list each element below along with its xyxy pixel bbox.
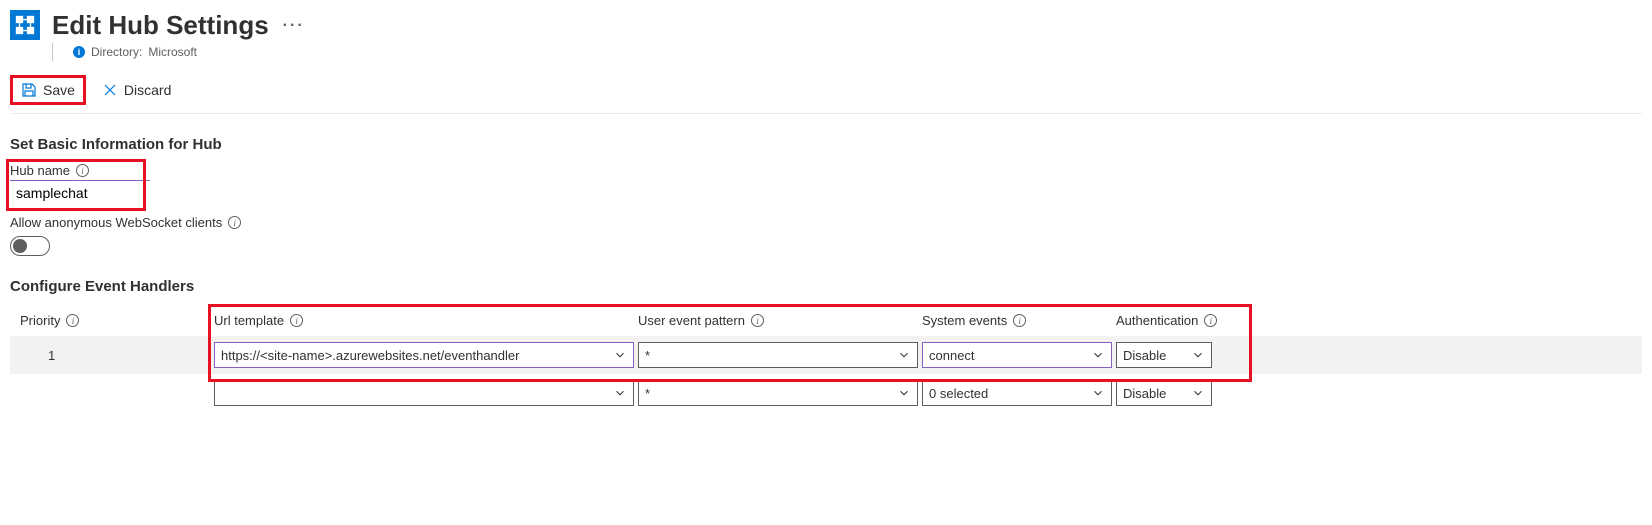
col-system-events: System events [922,313,1007,328]
page-title: Edit Hub Settings [52,10,269,41]
system-events-select[interactable]: 0 selected [922,380,1112,406]
save-button[interactable]: Save [10,75,86,105]
handlers-section-title: Configure Event Handlers [10,278,1642,295]
info-icon[interactable]: i [228,216,241,229]
info-icon[interactable]: i [751,314,764,327]
discard-button[interactable]: Discard [94,78,179,102]
info-icon[interactable]: i [1204,314,1217,327]
info-icon: i [73,46,85,58]
basic-section-title: Set Basic Information for Hub [10,136,1642,153]
close-icon [102,82,118,98]
col-user-event-pattern: User event pattern [638,313,745,328]
auth-value: Disable [1123,386,1166,401]
info-icon[interactable]: i [1013,314,1026,327]
chevron-down-icon [1191,348,1205,362]
more-actions-button[interactable]: ··· [283,17,305,35]
auth-value: Disable [1123,348,1166,363]
auth-select[interactable]: Disable [1116,380,1212,406]
info-icon[interactable]: i [66,314,79,327]
save-label: Save [43,82,75,98]
col-authentication: Authentication [1116,313,1198,328]
priority-value: 1 [20,348,210,363]
chevron-down-icon [613,348,627,362]
save-icon [21,82,37,98]
system-events-value: 0 selected [929,386,988,401]
url-template-select[interactable] [214,380,634,406]
user-event-value: * [645,386,650,401]
directory-breadcrumb: i Directory: Microsoft [52,43,305,61]
col-priority: Priority [20,313,60,328]
auth-select[interactable]: Disable [1116,342,1212,368]
handler-row: 1 https://<site-name>.azurewebsites.net/… [10,336,1642,374]
allow-anon-label: Allow anonymous WebSocket clients [10,215,222,230]
system-events-value: connect [929,348,975,363]
directory-value: Microsoft [148,45,197,59]
chevron-down-icon [1091,348,1105,362]
discard-label: Discard [124,82,171,98]
chevron-down-icon [897,386,911,400]
info-icon[interactable]: i [76,164,89,177]
allow-anon-toggle[interactable] [10,236,50,256]
user-event-value: * [645,348,650,363]
directory-label: Directory: [91,45,142,59]
toggle-knob [13,239,27,253]
hubname-input[interactable] [10,181,150,205]
chevron-down-icon [897,348,911,362]
url-template-select[interactable]: https://<site-name>.azurewebsites.net/ev… [214,342,634,368]
col-url-template: Url template [214,313,284,328]
user-event-select[interactable]: * [638,342,918,368]
toolbar: Save Discard [10,75,1642,114]
chevron-down-icon [613,386,627,400]
hubname-label: Hub name [10,163,70,178]
info-icon[interactable]: i [290,314,303,327]
handler-row: * 0 selected Disable [10,374,1642,412]
url-template-value: https://<site-name>.azurewebsites.net/ev… [221,348,519,363]
hub-icon [10,10,40,40]
system-events-select[interactable]: connect [922,342,1112,368]
chevron-down-icon [1191,386,1205,400]
user-event-select[interactable]: * [638,380,918,406]
chevron-down-icon [1091,386,1105,400]
